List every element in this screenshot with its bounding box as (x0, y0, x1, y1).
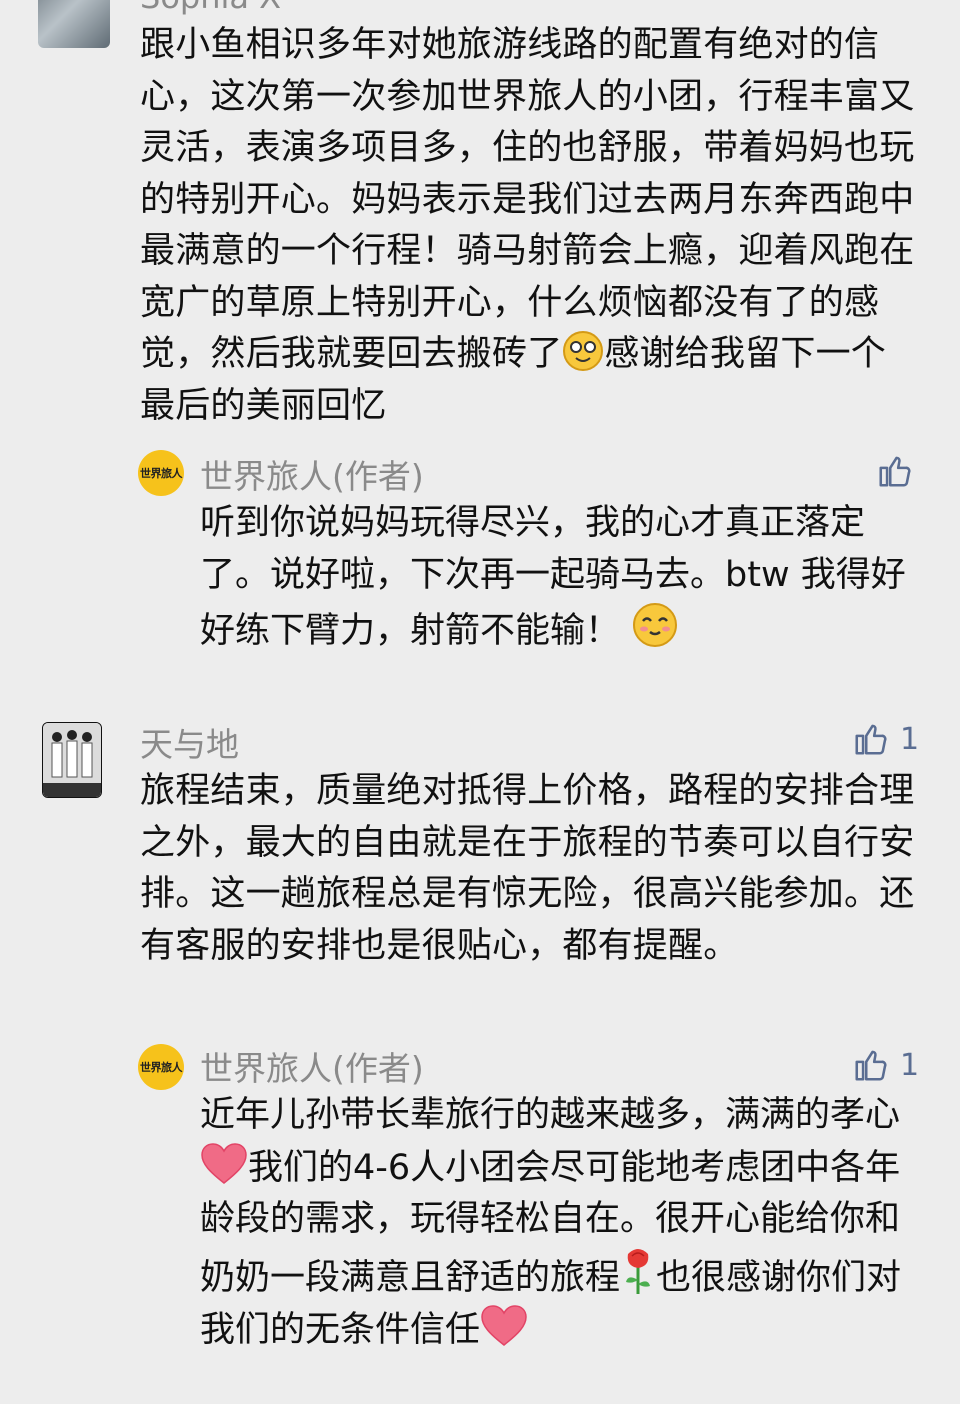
reply-text: 听到你说妈妈玩得尽兴，我的心才真正落定了。说好啦，下次再一起骑马去。btw 我得… (200, 503, 906, 651)
thumbs-up-icon (850, 0, 910, 6)
like-button[interactable] (850, 0, 910, 6)
face-emoji-icon (563, 331, 604, 371)
author-logo[interactable]: 世界旅人 (138, 1044, 184, 1090)
comment-text: 旅程结束，质量绝对抵得上价格，路程的安排合理之外，最大的自由就是在于旅程的节奏可… (140, 771, 915, 966)
smiling-face-emoji-icon (633, 603, 678, 647)
thumbs-up-icon (855, 1050, 887, 1081)
like-count: 1 (900, 721, 920, 757)
heart-emoji-icon (201, 1142, 247, 1184)
like-count: 1 (900, 1047, 920, 1083)
rose-emoji-icon (626, 1248, 651, 1294)
avatar[interactable] (38, 0, 110, 48)
author-logo[interactable]: 世界旅人 (138, 450, 184, 496)
reply-text: 近年儿孙带长辈旅行的越来越多，满满的孝心 我们的4-6人小团会尽可能地考虑团中各… (200, 1095, 902, 1350)
thumbs-up-icon (855, 724, 887, 755)
people-photo-icon (43, 723, 101, 797)
thumbs-up-icon (879, 456, 911, 487)
like-button[interactable] (876, 452, 914, 490)
reply-author[interactable]: 世界旅人(作者) (200, 450, 424, 498)
reply-author[interactable]: 世界旅人(作者) (200, 1042, 424, 1090)
comment-text: 跟小鱼相识多年对她旅游线路的配置有绝对的信心，这次第一次参加世界旅人的小团，行程… (140, 25, 915, 426)
heart-emoji-icon (481, 1305, 527, 1346)
like-button[interactable]: 1 (852, 720, 919, 758)
comment-author[interactable]: Sophia X (140, 0, 281, 16)
avatar[interactable] (42, 722, 102, 798)
comment-author[interactable]: 天与地 (140, 718, 239, 766)
like-button[interactable]: 1 (852, 1046, 919, 1084)
